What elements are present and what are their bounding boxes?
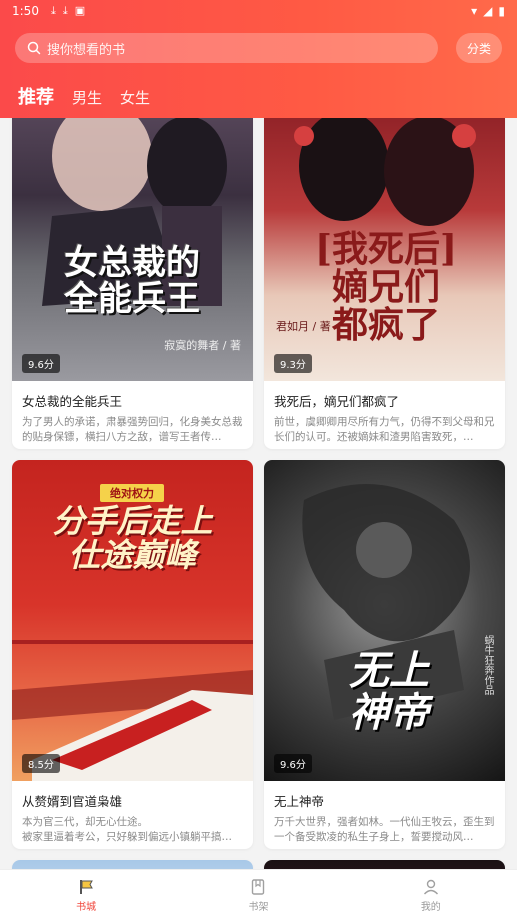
cover-author: 君如月 / 著	[276, 320, 331, 333]
book-card[interactable]: 女总裁的 全能兵王 寂寞的舞者 / 著 9.6分 女总裁的全能兵王 为了男人的承…	[12, 96, 253, 449]
book-cover[interactable]: [我死后] 嫡兄们 都疯了 君如月 / 著 9.3分	[264, 96, 505, 381]
download-icon: ⤓	[62, 4, 68, 17]
header: 1:50 ⤓ ⤓ ▣ ▾ ◢ ▮ 搜你想看的书 分类 推荐 男生 女生	[0, 0, 517, 118]
nav-label: 书城	[76, 901, 97, 913]
score-badge: 8.5分	[22, 754, 60, 773]
download-icon: ⤓	[50, 4, 56, 17]
nav-label: 我的	[420, 901, 441, 913]
app-screen: 1:50 ⤓ ⤓ ▣ ▾ ◢ ▮ 搜你想看的书 分类 推荐 男生 女生 女总裁的…	[0, 0, 517, 920]
app-notification-icon: ▣	[74, 4, 86, 17]
book-description: 万千大世界，强者如林。一代仙王牧云，歪生到一个备受欺凌的私生子身上，誓要搅动风…	[274, 816, 495, 843]
book-description: 本为官三代，却无心仕途。 被家里逼着考公，只好躲到偏远小镇躺平搞…	[22, 816, 232, 843]
book-title[interactable]: 无上神帝	[264, 791, 505, 810]
nav-profile[interactable]: 我的	[345, 870, 517, 920]
status-bar: 1:50 ⤓ ⤓ ▣ ▾ ◢ ▮	[0, 0, 517, 22]
book-title[interactable]: 女总裁的全能兵王	[12, 391, 253, 410]
book-card[interactable]: 分手后走上 仕途巅峰 绝对权力 8.5分 从赘婿到官道枭雄 本为官三代，却无心仕…	[12, 460, 253, 849]
book-description: 为了男人的承诺，肃暴强势回归，化身美女总裁的贴身保镖，横扫八方之敌，谱写王者传…	[22, 416, 243, 443]
book-description: 前世，虞卿卿用尽所有力气，仍得不到父母和兄长们的认可。还被嫡妹和渣男陷害致死，…	[274, 416, 495, 443]
cover-author: 绝对权力	[100, 484, 164, 502]
profile-icon	[423, 879, 438, 894]
book-cover[interactable]: 分手后走上 仕途巅峰 绝对权力 8.5分	[12, 460, 253, 781]
score-badge: 9.3分	[274, 354, 312, 373]
score-badge: 9.6分	[274, 754, 312, 773]
cover-author: 寂寞的舞者 / 著	[164, 339, 241, 352]
tab-recommend[interactable]: 推荐	[18, 83, 54, 109]
system-icons: ▾ ◢ ▮	[471, 4, 505, 18]
bookstore-icon	[80, 879, 94, 894]
category-button[interactable]: 分类	[456, 33, 502, 63]
search-input[interactable]: 搜你想看的书	[15, 33, 438, 63]
cover-title: 分手后走上 仕途巅峰	[52, 502, 213, 574]
status-time: 1:50	[12, 4, 39, 18]
nav-bookshelf[interactable]: 书架	[172, 870, 344, 920]
book-title[interactable]: 从赘婿到官道枭雄	[12, 791, 253, 810]
search-placeholder: 搜你想看的书	[47, 42, 126, 58]
bookshelf-icon	[252, 878, 265, 895]
channel-tabs: 推荐 男生 女生	[18, 83, 150, 109]
search-row: 搜你想看的书 分类	[15, 33, 502, 63]
battery-icon: ▮	[498, 4, 505, 18]
book-cover[interactable]: 女总裁的 全能兵王 寂寞的舞者 / 著 9.6分	[12, 96, 253, 381]
tab-male[interactable]: 男生	[72, 87, 102, 108]
bottom-nav: 书城 书架 我的	[0, 869, 517, 920]
search-icon	[27, 41, 41, 55]
book-title[interactable]: 我死后，嫡兄们都疯了	[264, 391, 505, 410]
score-badge: 9.6分	[22, 354, 60, 373]
book-cover[interactable]: 无上 神帝 蜗牛狂奔作品 9.6分	[264, 460, 505, 781]
cover-author: 蜗牛狂奔作品	[482, 635, 493, 695]
nav-bookstore[interactable]: 书城	[0, 870, 172, 920]
wifi-icon: ▾	[471, 4, 478, 18]
cover-title: 女总裁的 全能兵王	[64, 243, 200, 319]
cover-title: 无上 神帝	[349, 647, 429, 736]
book-card[interactable]: [我死后] 嫡兄们 都疯了 君如月 / 著 9.3分 我死后，嫡兄们都疯了 前世…	[264, 96, 505, 449]
notification-icons: ⤓ ⤓ ▣	[51, 4, 85, 18]
nav-label: 书架	[248, 901, 269, 913]
signal-icon: ◢	[483, 4, 493, 18]
tab-female[interactable]: 女生	[120, 87, 150, 108]
book-card[interactable]: 无上 神帝 蜗牛狂奔作品 9.6分 无上神帝 万千大世界，强者如林。一代仙王牧云…	[264, 460, 505, 849]
